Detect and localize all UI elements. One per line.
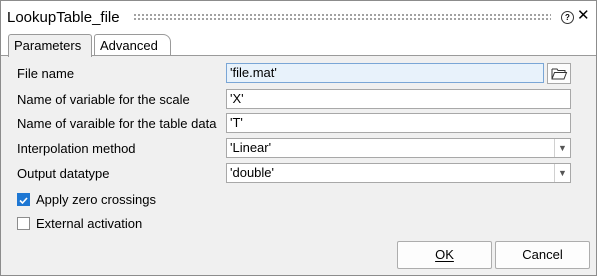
checkmark-icon — [19, 197, 28, 205]
tab-parameters-label: Parameters — [14, 38, 82, 53]
table-var-label: Name of varaible for the table data — [17, 116, 217, 131]
tab-advanced[interactable]: Advanced — [94, 34, 171, 56]
cancel-button-label: Cancel — [522, 247, 563, 262]
table-var-field[interactable]: 'T' — [226, 113, 571, 133]
cancel-button[interactable]: Cancel — [495, 241, 590, 269]
chevron-down-icon[interactable]: ▼ — [554, 164, 570, 182]
file-name-label: File name — [17, 66, 75, 81]
tab-bar: Parameters Advanced — [1, 34, 596, 57]
interp-label: Interpolation method — [17, 141, 136, 156]
scale-var-label: Name of variable for the scale — [17, 92, 190, 107]
dtype-select[interactable]: 'double' ▼ — [226, 163, 571, 183]
folder-open-icon — [551, 68, 568, 80]
window-title: LookupTable_file — [7, 9, 120, 26]
external-activation-checkbox[interactable] — [17, 217, 30, 230]
zero-crossings-checkbox[interactable] — [17, 193, 30, 206]
scale-var-field[interactable]: 'X' — [226, 89, 571, 109]
tab-advanced-label: Advanced — [100, 38, 158, 53]
tab-parameters[interactable]: Parameters — [8, 34, 92, 57]
interp-value: 'Linear' — [230, 140, 272, 155]
title-bar[interactable]: LookupTable_file ? ✕ — [1, 1, 596, 34]
close-icon[interactable]: ✕ — [577, 8, 590, 24]
ok-button[interactable]: OK — [397, 241, 492, 269]
dtype-value: 'double' — [230, 165, 275, 180]
lookup-table-dialog: LookupTable_file ? ✕ Parameters Advanced… — [0, 0, 597, 276]
help-icon[interactable]: ? — [561, 11, 574, 24]
external-activation-label[interactable]: External activation — [36, 216, 142, 231]
zero-crossings-label[interactable]: Apply zero crossings — [36, 192, 156, 207]
file-name-field[interactable]: 'file.mat' — [226, 63, 544, 83]
dtype-label: Output datatype — [17, 166, 110, 181]
drag-handle[interactable] — [133, 13, 551, 21]
interp-select[interactable]: 'Linear' ▼ — [226, 138, 571, 158]
ok-button-label: OK — [435, 247, 454, 262]
chevron-down-icon[interactable]: ▼ — [554, 139, 570, 157]
browse-button[interactable] — [547, 63, 571, 84]
